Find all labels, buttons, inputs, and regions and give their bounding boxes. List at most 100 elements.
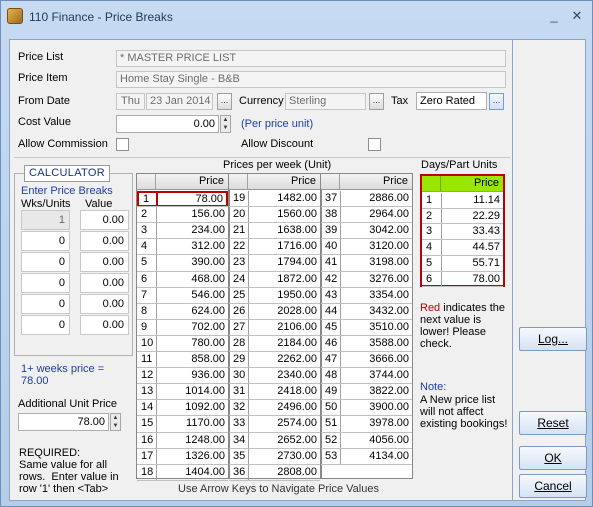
currency-picker-button[interactable]: ... xyxy=(369,93,384,110)
week-price-cell[interactable]: 3198.00 xyxy=(340,255,412,271)
ok-button[interactable]: OK xyxy=(519,446,587,470)
week-price-cell[interactable]: 3354.00 xyxy=(340,287,412,304)
weekly-price-grid[interactable]: Price 1 78.00 2 156.00 3 234.00 4 312.00 5 390.00 6… xyxy=(136,173,413,481)
calc-wks-input[interactable]: 0 xyxy=(21,252,70,272)
day-price-cell[interactable]: 33.43 xyxy=(441,224,503,240)
week-price-cell[interactable]: 1872.00 xyxy=(248,271,320,288)
week-price-cell[interactable]: 1950.00 xyxy=(248,287,320,304)
week-price-cell[interactable]: 2886.00 xyxy=(340,191,412,207)
week-price-cell[interactable]: 2028.00 xyxy=(248,303,320,320)
additional-price-spinner[interactable]: ▲ ▼ xyxy=(110,413,121,431)
allow-discount-checkbox[interactable] xyxy=(368,138,381,151)
week-price-cell[interactable]: 702.00 xyxy=(156,319,228,336)
week-price-cell[interactable]: 312.00 xyxy=(156,239,228,255)
week-price-cell[interactable]: 1638.00 xyxy=(248,223,320,239)
calc-value-input[interactable]: 0.00 xyxy=(80,252,129,272)
week-price-cell[interactable]: 1326.00 xyxy=(156,448,228,465)
week-price-cell[interactable]: 468.00 xyxy=(156,271,228,288)
week-price-cell[interactable]: 624.00 xyxy=(156,303,228,320)
week-price-cell[interactable]: 234.00 xyxy=(156,223,228,239)
week-price-cell[interactable]: 1404.00 xyxy=(156,464,228,481)
day-price-cell[interactable]: 78.00 xyxy=(441,271,503,288)
calc-value-input[interactable]: 0.00 xyxy=(80,210,129,230)
week-price-cell[interactable]: 3588.00 xyxy=(340,335,412,352)
week-price-cell[interactable]: 3666.00 xyxy=(340,352,412,368)
calc-wks-input[interactable]: 0 xyxy=(21,273,70,293)
week-price-cell[interactable]: 2106.00 xyxy=(248,319,320,336)
calc-wks-input[interactable]: 1 xyxy=(21,210,70,230)
date-picker-button[interactable]: ... xyxy=(217,93,232,110)
reset-button[interactable]: Reset xyxy=(519,411,587,435)
close-button[interactable]: ✕ xyxy=(567,7,587,25)
calc-wks-input[interactable]: 0 xyxy=(21,231,70,251)
week-price-cell[interactable]: 2652.00 xyxy=(248,432,320,449)
week-number-cell: 49 xyxy=(325,385,338,398)
week-price-cell[interactable]: 2496.00 xyxy=(248,400,320,416)
week-price-cell[interactable]: 1248.00 xyxy=(156,432,228,449)
week-price-cell[interactable]: 4134.00 xyxy=(340,448,412,465)
week-price-cell[interactable]: 2964.00 xyxy=(340,207,412,223)
calc-wks-input[interactable]: 0 xyxy=(21,294,70,314)
week-number-cell: 18 xyxy=(141,465,154,478)
week-price-cell[interactable]: 3042.00 xyxy=(340,223,412,239)
week-price-cell[interactable]: 1170.00 xyxy=(156,416,228,432)
day-price-cell[interactable]: 11.14 xyxy=(441,193,503,209)
week-price-cell[interactable]: 780.00 xyxy=(156,335,228,352)
week-price-cell[interactable]: 78.00 xyxy=(156,191,228,207)
week-number-cell: 17 xyxy=(141,449,154,462)
week-price-cell[interactable]: 2730.00 xyxy=(248,448,320,465)
week-price-cell[interactable]: 2262.00 xyxy=(248,352,320,368)
calc-value-input[interactable]: 0.00 xyxy=(80,273,129,293)
week-price-cell[interactable]: 2808.00 xyxy=(248,464,320,481)
week-price-cell[interactable]: 1716.00 xyxy=(248,239,320,255)
allow-commission-checkbox[interactable] xyxy=(116,138,129,151)
week-price-cell[interactable]: 2184.00 xyxy=(248,335,320,352)
week-price-cell[interactable]: 1794.00 xyxy=(248,255,320,271)
week-price-cell[interactable]: 2340.00 xyxy=(248,368,320,384)
day-price-cell[interactable]: 22.29 xyxy=(441,208,503,225)
from-date-field[interactable]: 23 Jan 2014 xyxy=(146,93,213,110)
week-price-cell[interactable]: 936.00 xyxy=(156,368,228,384)
tax-field[interactable]: Zero Rated xyxy=(416,92,487,110)
additional-unit-price-input[interactable]: 78.00 xyxy=(18,413,109,431)
cancel-button[interactable]: Cancel xyxy=(519,474,587,498)
week-price-cell[interactable]: 2574.00 xyxy=(248,416,320,432)
week-number-cell: 29 xyxy=(233,353,246,365)
tax-picker-button[interactable]: ... xyxy=(489,93,504,110)
week-price-cell[interactable]: 1014.00 xyxy=(156,384,228,400)
week-price-cell[interactable]: 3900.00 xyxy=(340,400,412,416)
week-price-cell[interactable]: 546.00 xyxy=(156,287,228,304)
prices-per-week-title: Prices per week (Unit) xyxy=(223,159,332,171)
week-price-cell[interactable]: 3978.00 xyxy=(340,416,412,432)
week-price-cell[interactable]: 1482.00 xyxy=(248,191,320,207)
cost-value-input[interactable]: 0.00 xyxy=(116,115,219,133)
calc-wks-input[interactable]: 0 xyxy=(21,315,70,335)
week-price-cell[interactable]: 3276.00 xyxy=(340,271,412,288)
calc-value-input[interactable]: 0.00 xyxy=(80,315,129,335)
day-price-cell[interactable]: 55.71 xyxy=(441,255,503,272)
week-price-cell[interactable]: 2418.00 xyxy=(248,384,320,400)
header-corner xyxy=(321,174,340,189)
minimize-button[interactable]: _ xyxy=(544,7,564,25)
week-price-cell[interactable]: 156.00 xyxy=(156,207,228,223)
week-price-cell[interactable]: 3120.00 xyxy=(340,239,412,255)
week-price-cell[interactable]: 3822.00 xyxy=(340,384,412,400)
calc-value-input[interactable]: 0.00 xyxy=(80,294,129,314)
calc-value-input[interactable]: 0.00 xyxy=(80,231,129,251)
week-price-cell[interactable]: 858.00 xyxy=(156,352,228,368)
week-price-cell[interactable]: 3432.00 xyxy=(340,303,412,320)
week-price-cell[interactable]: 3744.00 xyxy=(340,368,412,384)
cost-value-spinner[interactable]: ▲ ▼ xyxy=(220,115,231,133)
day-number-cell: 1 xyxy=(426,194,433,206)
week-price-cell[interactable]: 1560.00 xyxy=(248,207,320,223)
day-price-cell[interactable]: 44.57 xyxy=(441,240,503,256)
days-grid-header: Price xyxy=(422,176,503,192)
log-button[interactable]: Log... xyxy=(519,327,587,351)
week-price-cell[interactable]: 3510.00 xyxy=(340,319,412,336)
week-price-cell[interactable]: 390.00 xyxy=(156,255,228,271)
days-price-header: Price xyxy=(473,177,499,189)
price-column-header: Price xyxy=(382,175,408,187)
week-price-cell[interactable]: 1092.00 xyxy=(156,400,228,416)
week-price-cell[interactable]: 4056.00 xyxy=(340,432,412,449)
days-price-grid[interactable]: Price 1 11.14 2 22.29 3 33.43 4 44.57 5 55.71 6 78.0… xyxy=(420,174,505,288)
